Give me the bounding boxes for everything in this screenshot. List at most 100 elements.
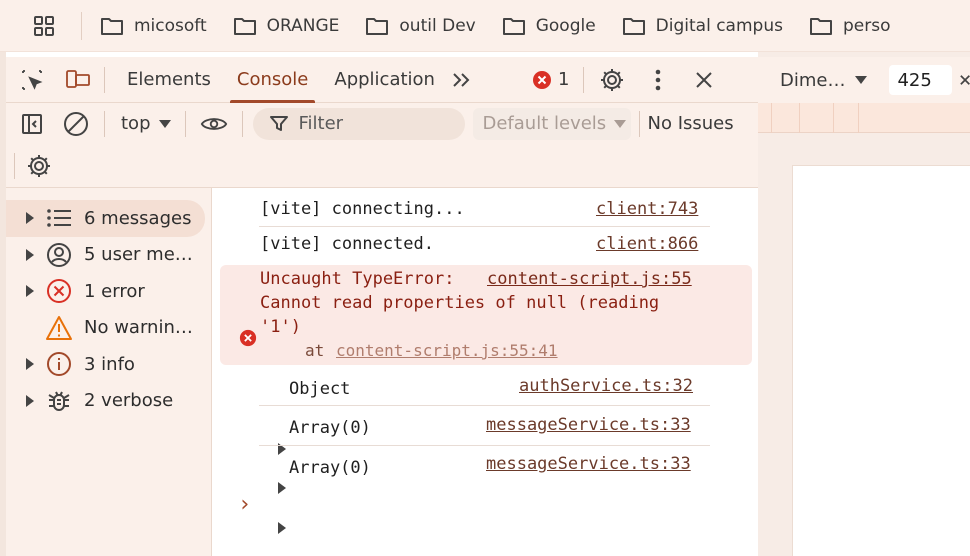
bookmark-label: Google — [535, 15, 596, 36]
toolbar-separator — [14, 152, 15, 179]
sidebar-item-label: 2 verbose — [84, 390, 174, 412]
sidebar-item-warnings[interactable]: No warnin… — [6, 310, 211, 347]
folder-icon — [101, 17, 123, 35]
tab-separator — [104, 66, 105, 93]
toolbar-separator — [638, 110, 640, 137]
console-object[interactable]: Array(0) — [289, 458, 371, 478]
width-input[interactable]: 425 — [889, 65, 952, 95]
error-title: Uncaught TypeError: — [260, 269, 455, 289]
dimensions-dropdown[interactable]: Dime… — [780, 70, 868, 91]
dropdown-arrow-icon — [158, 119, 171, 128]
issues-status[interactable]: No Issues — [648, 113, 734, 134]
error-icon — [532, 70, 551, 89]
width-value: 425 — [897, 69, 932, 91]
expand-arrow-icon[interactable] — [278, 522, 286, 534]
bookmark-label: micosoft — [134, 15, 207, 36]
device-ruler — [758, 103, 970, 133]
expand-arrow-icon[interactable] — [26, 248, 40, 261]
tab-label: Application — [334, 69, 435, 90]
filter-input[interactable]: Filter — [252, 107, 465, 140]
dropdown-arrow-icon — [855, 76, 868, 84]
console-settings-gear-icon[interactable] — [25, 152, 53, 180]
filter-funnel-icon — [269, 115, 288, 131]
sidebar-item-messages[interactable]: 6 messages — [6, 200, 205, 237]
folder-icon — [502, 17, 525, 35]
ruler-tick — [833, 103, 834, 133]
device-toggle-icon[interactable] — [64, 66, 92, 94]
tab-separator — [583, 66, 585, 93]
sidebar-item-user-messages[interactable]: 5 user me… — [6, 237, 211, 274]
row-divider — [259, 405, 710, 406]
sidebar-item-label: 3 info — [84, 353, 135, 375]
more-tabs-chevron-icon[interactable] — [448, 66, 476, 94]
list-icon — [44, 205, 74, 231]
expand-arrow-icon[interactable] — [26, 212, 40, 225]
tab-console[interactable]: Console — [224, 57, 321, 103]
log-levels-dropdown[interactable]: Default levels — [472, 107, 631, 140]
bookmark-folder-perso[interactable]: perso — [809, 16, 890, 36]
devtools-panel: Elements Console Application 1 top Filte… — [6, 57, 758, 556]
apps-grid-icon[interactable] — [29, 11, 59, 41]
tab-elements[interactable]: Elements — [114, 57, 224, 103]
ruler-tick — [799, 103, 800, 133]
expand-arrow-icon[interactable] — [26, 358, 40, 371]
bookmark-label: ORANGE — [266, 15, 340, 36]
bookmark-folder-micosoft[interactable]: micosoft — [100, 16, 207, 36]
folder-icon — [809, 17, 832, 35]
row-divider — [259, 226, 710, 227]
user-icon — [44, 242, 74, 268]
tab-application[interactable]: Application — [321, 57, 448, 103]
filter-placeholder: Filter — [298, 113, 344, 134]
sidebar-item-info[interactable]: 3 info — [6, 346, 211, 383]
dimension-times-icon — [960, 75, 970, 85]
expand-arrow-icon[interactable] — [26, 285, 40, 298]
toolbar-separator — [184, 110, 186, 137]
message-source-link[interactable]: client:743 — [596, 199, 698, 219]
console-object[interactable]: Object — [289, 379, 350, 399]
error-source-link[interactable]: content-script.js:55 — [487, 269, 692, 289]
console-message: [vite] connected. — [260, 234, 434, 254]
message-source-link[interactable]: messageService.ts:33 — [486, 415, 691, 435]
message-source-link[interactable]: authService.ts:32 — [519, 376, 693, 396]
sidebar-item-label: 1 error — [84, 280, 145, 302]
context-selector[interactable]: top — [121, 113, 171, 134]
expand-arrow-icon[interactable] — [26, 394, 40, 407]
console-output: [vite] connecting... client:743 [vite] c… — [213, 188, 758, 556]
inspect-element-icon[interactable] — [18, 66, 46, 94]
error-counter[interactable]: 1 — [532, 69, 569, 90]
sidebar-item-label: 5 user me… — [84, 244, 193, 266]
row-divider — [259, 445, 710, 446]
bookmark-folder-orange[interactable]: ORANGE — [233, 15, 340, 36]
clear-console-icon[interactable] — [62, 110, 90, 138]
bug-icon — [44, 388, 74, 414]
message-source-link[interactable]: messageService.ts:33 — [486, 454, 691, 474]
more-options-kebab-icon[interactable] — [644, 66, 672, 94]
console-message: [vite] connecting... — [260, 199, 465, 219]
error-count: 1 — [557, 69, 570, 90]
levels-label: Default levels — [482, 113, 607, 134]
error-detail: '1') — [260, 317, 301, 337]
device-viewport[interactable] — [792, 165, 970, 556]
console-prompt[interactable]: › — [238, 492, 251, 517]
close-devtools-icon[interactable] — [690, 66, 718, 94]
bookmark-folder-outil-dev[interactable]: outil Dev — [365, 15, 476, 36]
stack-frame-link[interactable]: content-script.js:55:41 — [336, 341, 558, 360]
live-expression-eye-icon[interactable] — [200, 110, 228, 138]
settings-gear-icon[interactable] — [598, 66, 626, 94]
ruler-tick — [771, 103, 772, 133]
console-toolbar: top Filter Default levels No Issues — [6, 103, 758, 144]
toolbar-separator — [104, 110, 105, 137]
sidebar-toggle-icon[interactable] — [18, 110, 46, 138]
message-source-link[interactable]: client:866 — [596, 234, 698, 254]
console-object[interactable]: Array(0) — [289, 418, 371, 438]
bookmarks-separator — [81, 11, 82, 40]
bookmark-folder-digital-campus[interactable]: Digital campus — [622, 16, 783, 36]
folder-icon — [366, 17, 389, 35]
sidebar-item-errors[interactable]: 1 error — [6, 273, 211, 310]
sidebar-item-label: No warnin… — [84, 317, 193, 339]
bookmarks-bar: micosoft ORANGE outil Dev Google Digital… — [0, 0, 970, 52]
sidebar-item-verbose[interactable]: 2 verbose — [6, 383, 211, 420]
bookmark-label: outil Dev — [399, 15, 476, 36]
bookmark-folder-google[interactable]: Google — [502, 16, 596, 36]
expand-arrow-icon[interactable] — [278, 482, 286, 494]
